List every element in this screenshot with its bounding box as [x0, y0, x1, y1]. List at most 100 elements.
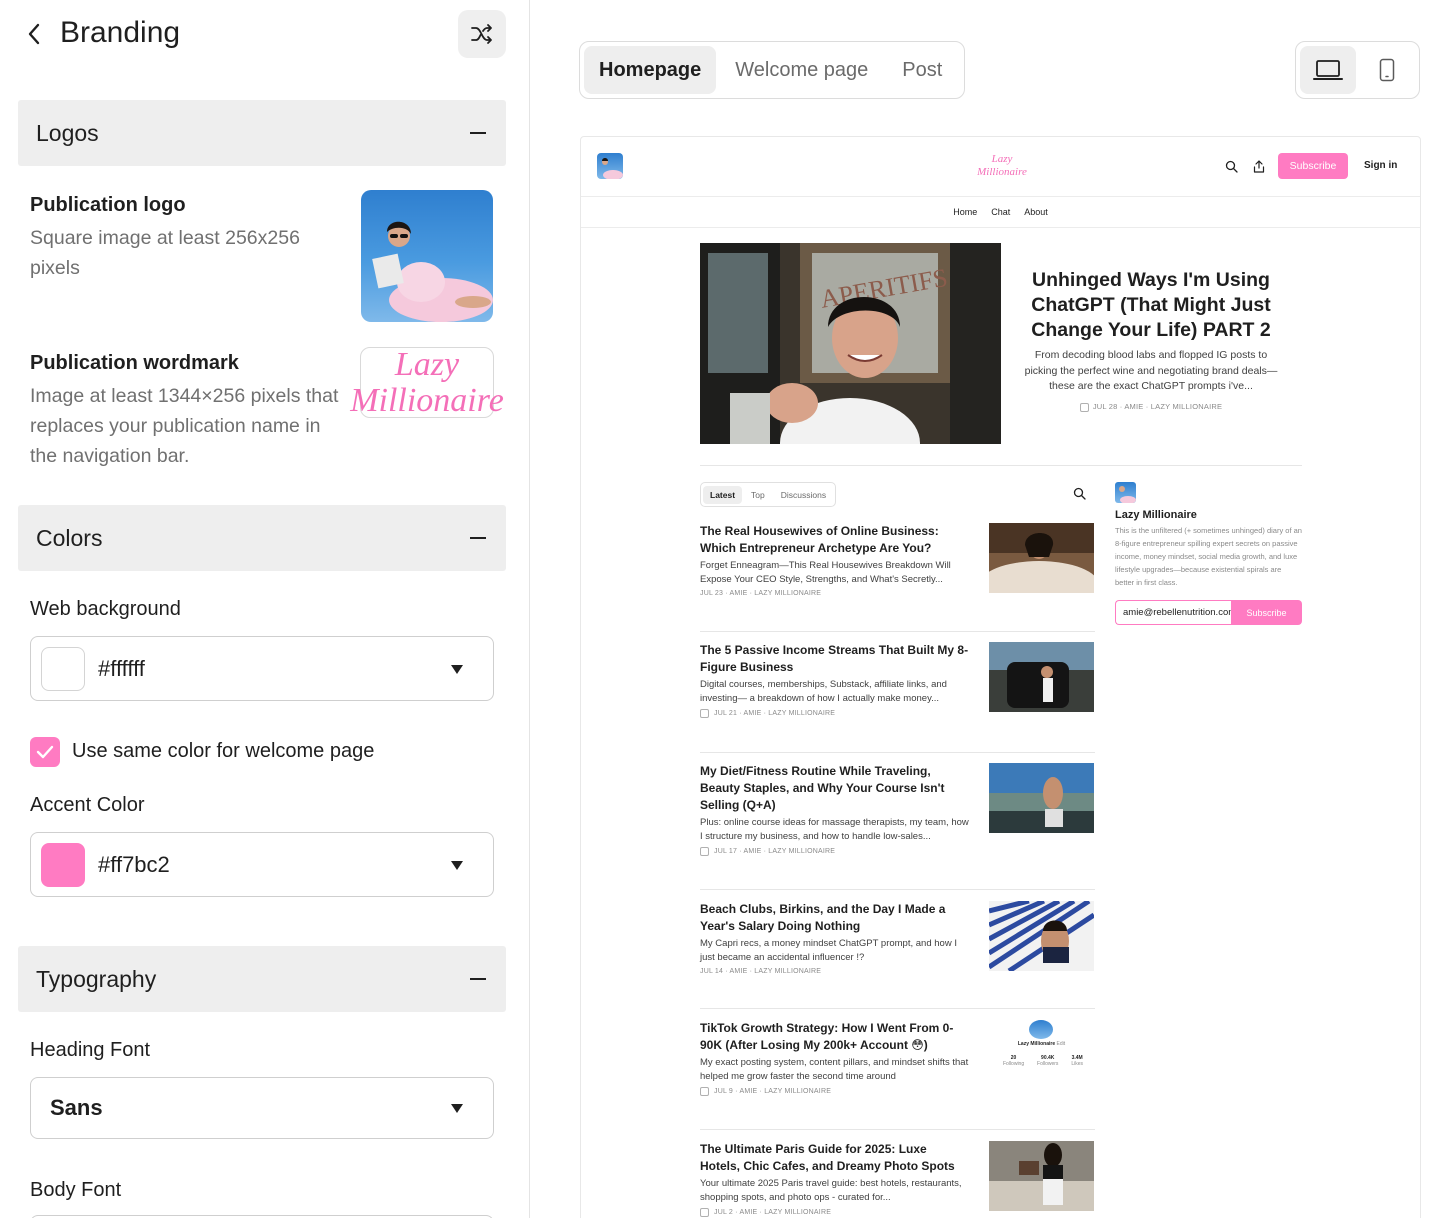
same-color-label[interactable]: Use same color for welcome page: [72, 740, 374, 763]
feed-tab-latest[interactable]: Latest: [703, 485, 743, 504]
post-thumbnail: [989, 763, 1094, 833]
post-desc: Plus: online course ideas for massage th…: [700, 817, 969, 842]
email-input[interactable]: amie@rebellenutrition.com: [1115, 600, 1231, 625]
feed-tab-discussions[interactable]: Discussions: [774, 486, 833, 504]
desktop-view-button[interactable]: [1300, 46, 1356, 94]
caret-down-icon: [451, 1104, 463, 1113]
back-button[interactable]: [20, 20, 48, 48]
accent-color-select[interactable]: #ff7bc2: [30, 832, 494, 897]
publication-wordmark-title: Publication wordmark: [30, 352, 239, 374]
post-title: Beach Clubs, Birkins, and the Day I Made…: [700, 902, 946, 933]
search-icon[interactable]: [1223, 158, 1239, 174]
post-desc: Your ultimate 2025 Paris travel guide: b…: [700, 1178, 962, 1203]
mobile-view-button[interactable]: [1360, 46, 1416, 94]
search-icon[interactable]: [1073, 487, 1087, 501]
preview-signin-link[interactable]: Sign in: [1364, 160, 1397, 171]
collapse-icon: [470, 978, 486, 980]
meta-text: JUL 9 · AMIE · LAZY MILLIONAIRE: [714, 1088, 832, 1095]
web-background-select[interactable]: #ffffff: [30, 636, 494, 701]
collapse-icon: [470, 132, 486, 134]
lock-icon: [700, 847, 709, 856]
meta-text: JUL 21 · AMIE · LAZY MILLIONAIRE: [714, 710, 836, 717]
body-font-label: Body Font: [30, 1179, 122, 1201]
divider: [700, 465, 1302, 466]
tiktok-edit: Edit: [1056, 1041, 1066, 1047]
preview-nav: Home Chat About: [581, 197, 1420, 228]
post-item[interactable]: TikTok Growth Strategy: How I Went From …: [700, 1020, 1095, 1096]
checkmark-icon: [36, 745, 54, 759]
feed-tabs: Latest Top Discussions: [700, 482, 837, 507]
publication-desc: This is the unfiltered (+ sometimes unhi…: [1115, 526, 1302, 587]
wordmark-line-1: Lazy: [394, 345, 460, 383]
post-title: TikTok Growth Strategy: How I Went From …: [700, 1021, 954, 1052]
tiktok-stats: 20 Following 90.4K Followers 3.4M Likes: [1003, 1055, 1083, 1067]
preview-subscribe-button[interactable]: Subscribe: [1278, 153, 1348, 179]
avatar: [1029, 1020, 1053, 1039]
post-item[interactable]: The 5 Passive Income Streams That Built …: [700, 642, 1095, 718]
post-item[interactable]: The Ultimate Paris Guide for 2025: Luxe …: [700, 1141, 1095, 1217]
subscribe-form: amie@rebellenutrition.com Subscribe: [1115, 600, 1302, 625]
color-value: #ff7bc2: [98, 851, 170, 877]
lock-icon: [700, 1087, 709, 1096]
page-title: Branding: [60, 16, 181, 49]
hero-image[interactable]: APERITIFS: [700, 243, 1001, 444]
meta-text: JUL 17 · AMIE · LAZY MILLIONAIRE: [714, 848, 836, 855]
preview-logo[interactable]: [597, 153, 623, 179]
typography-section-header[interactable]: Typography: [18, 946, 506, 1012]
logo-photo: [372, 221, 493, 322]
preview-topbar: Lazy Millionaire Subscribe Sign in: [581, 137, 1420, 197]
stat-label: Followers: [1037, 1061, 1059, 1067]
tab-homepage[interactable]: Homepage: [584, 46, 717, 94]
tab-welcome-page[interactable]: Welcome page: [720, 46, 883, 94]
meta-text: JUL 28 · AMIE · LAZY MILLIONAIRE: [1092, 402, 1223, 411]
share-icon[interactable]: [1251, 158, 1267, 174]
nav-about[interactable]: About: [1024, 207, 1048, 217]
divider: [700, 1008, 1095, 1009]
post-thumbnail: Lazy Millionaire Edit 20 Following 90.4K F…: [989, 1020, 1094, 1090]
heading-font-select[interactable]: Sans: [30, 1077, 494, 1139]
publication-logo-image[interactable]: [361, 190, 493, 322]
publication-wordmark-desc: Image at least 1344×256 pixels that repl…: [30, 385, 339, 467]
post-desc: Forget Enneagram—This Real Housewives Br…: [700, 560, 951, 585]
logos-section-header[interactable]: Logos: [18, 100, 506, 166]
stat: 20 Following: [1003, 1055, 1024, 1067]
lock-icon: [1079, 402, 1089, 412]
publication-logo-title: Publication logo: [30, 194, 186, 216]
divider: [700, 631, 1095, 632]
tab-post[interactable]: Post: [887, 46, 957, 94]
publication-name: Lazy Millionaire: [1115, 509, 1197, 521]
font-value: Sans: [50, 1095, 103, 1120]
feed-tab-top[interactable]: Top: [744, 486, 772, 504]
same-color-checkbox[interactable]: [30, 737, 60, 767]
colors-section-header[interactable]: Colors: [18, 505, 506, 571]
shuffle-icon: [471, 24, 492, 44]
preview-wordmark[interactable]: Lazy Millionaire: [976, 153, 1028, 179]
divider: [700, 889, 1095, 890]
post-item[interactable]: My Diet/Fitness Routine While Traveling,…: [700, 763, 1095, 856]
wordmark-line-2: Millionaire: [350, 381, 504, 419]
post-title: The Ultimate Paris Guide for 2025: Luxe …: [700, 1142, 955, 1173]
nav-home[interactable]: Home: [953, 207, 977, 217]
hero-desc: From decoding blood labs and flopped IG …: [1024, 349, 1278, 392]
color-value: #ffffff: [98, 655, 145, 681]
stat: 3.4M Likes: [1071, 1055, 1083, 1067]
post-meta: JUL 17 · AMIE · LAZY MILLIONAIRE: [700, 847, 1095, 856]
nav-chat[interactable]: Chat: [991, 207, 1010, 217]
hero-title[interactable]: Unhinged Ways I'm Using ChatGPT (That Mi…: [1021, 268, 1281, 343]
publication-wordmark-image[interactable]: Lazy Millionaire: [350, 345, 504, 418]
post-item[interactable]: Beach Clubs, Birkins, and the Day I Made…: [700, 901, 1095, 975]
stat-label: Likes: [1071, 1061, 1083, 1067]
phone-icon: [1380, 58, 1395, 82]
meta-text: JUL 14 · AMIE · LAZY MILLIONAIRE: [700, 968, 822, 975]
sidebar-subscribe-button[interactable]: Subscribe: [1231, 600, 1302, 625]
accent-color-label: Accent Color: [30, 794, 145, 816]
publication-card: Lazy Millionaire This is the unfiltered …: [1115, 482, 1302, 625]
shuffle-button[interactable]: [458, 10, 506, 58]
publication-logo-desc: Square image at least 256x256 pixels: [30, 227, 300, 279]
post-item[interactable]: The Real Housewives of Online Business: …: [700, 523, 1095, 597]
stat: 90.4K Followers: [1037, 1055, 1058, 1067]
divider: [700, 752, 1095, 753]
post-thumbnail: [989, 1141, 1094, 1211]
post-title: The 5 Passive Income Streams That Built …: [700, 643, 969, 674]
caret-down-icon: [451, 860, 463, 870]
